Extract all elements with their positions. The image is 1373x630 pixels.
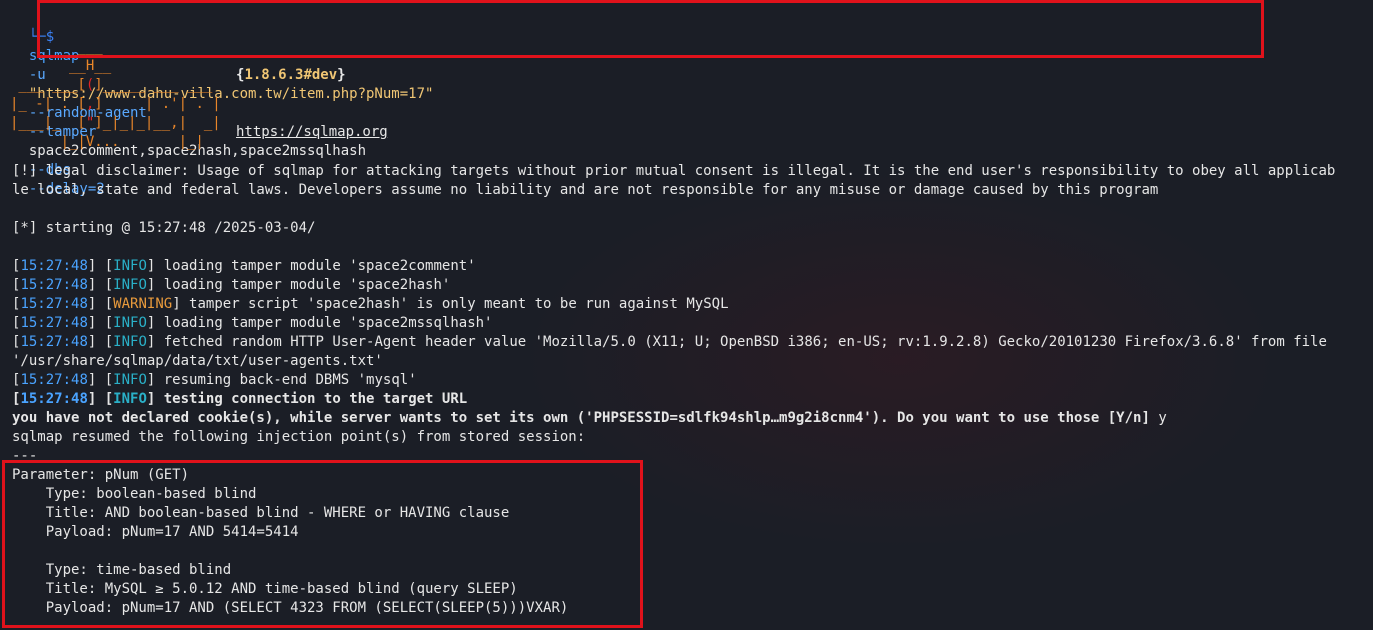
sqlmap-ascii-logo: ___ __H__ ___ ___[(]_____ ___ ___ |_ -| … — [10, 39, 221, 150]
log-line-bold: [15:27:48] [INFO] testing connection to … — [12, 391, 468, 407]
cookie-prompt: you have not declared cookie(s), while s… — [12, 410, 1150, 426]
log-line-warning: [15:27:48] [WARNING] tamper script 'spac… — [12, 296, 729, 312]
cookie-prompt-line: you have not declared cookie(s), while s… — [12, 409, 1167, 428]
version-label: {1.8.6.3#dev} — [236, 67, 346, 83]
version-text: 1.8.6.3#dev — [244, 67, 338, 83]
ua-file-path: '/usr/share/sqlmap/data/txt/user-agents.… — [12, 353, 383, 369]
log-line: [15:27:48] [INFO] resuming back-end DBMS… — [12, 372, 417, 388]
disclaimer-line-2: le local, state and federal laws. Develo… — [12, 182, 1159, 198]
log-line: [15:27:48] [INFO] loading tamper module … — [12, 315, 493, 331]
command-highlight-box — [37, 0, 1264, 58]
cookie-answer: y — [1149, 410, 1167, 426]
log-line: [15:27:48] [INFO] loading tamper module … — [12, 277, 451, 293]
disclaimer-line-1: [!] legal disclaimer: Usage of sqlmap fo… — [12, 163, 1336, 179]
injection-highlight-box — [2, 460, 643, 628]
starting-line: [*] starting @ 15:27:48 /2025-03-04/ — [12, 220, 316, 236]
log-line: [15:27:48] [INFO] fetched random HTTP Us… — [12, 334, 1327, 350]
resumed-line: sqlmap resumed the following injection p… — [12, 429, 586, 445]
sqlmap-site-link[interactable]: https://sqlmap.org — [236, 124, 388, 140]
log-line: [15:27:48] [INFO] loading tamper module … — [12, 258, 476, 274]
